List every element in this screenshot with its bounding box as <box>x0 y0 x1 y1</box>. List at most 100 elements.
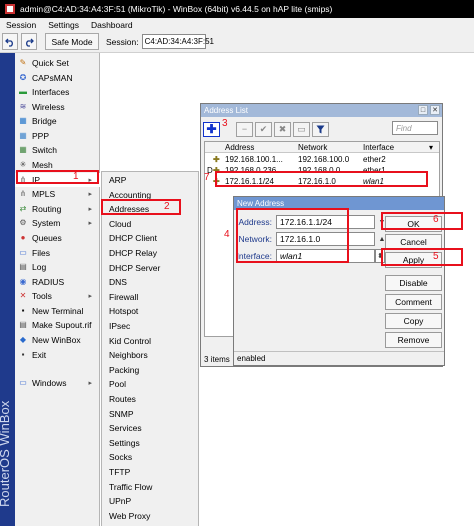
winbox-icon: ◆ <box>19 335 27 344</box>
add-address-button[interactable]: ✚ <box>203 121 220 137</box>
tools-icon: ✕ <box>19 291 27 300</box>
ip-submenu-item-routes[interactable]: Routes <box>102 392 198 406</box>
sidebar-item-label: PPP <box>32 131 50 141</box>
filter-icon <box>316 125 325 133</box>
submenu-arrow-icon: ▸ <box>88 293 92 300</box>
sidebar-item-make-supout-rif[interactable]: ▤ Make Supout.rif <box>15 318 100 332</box>
sidebar-item-label: Routing <box>32 204 62 214</box>
enable-address-button[interactable]: ✔ <box>255 121 272 137</box>
menu-bar: Session Settings Dashboard <box>0 18 474 31</box>
files-icon: ▭ <box>19 248 27 257</box>
sidebar-item-label: Exit <box>32 350 47 360</box>
sidebar-item-log[interactable]: ▤ Log <box>15 260 100 274</box>
sidebar-item-windows[interactable]: ▭ Windows ▸ <box>15 376 100 390</box>
safe-mode-button[interactable]: Safe Mode <box>45 33 99 50</box>
sidebar-item-ppp[interactable]: ▦ PPP <box>15 129 100 143</box>
annotation-box-ip <box>16 170 99 184</box>
menu-dashboard[interactable]: Dashboard <box>85 20 139 30</box>
table-row[interactable]: ✚ 192.168.100.1... 192.168.100.0 ether2 <box>205 154 439 165</box>
ip-submenu-item-traffic-flow[interactable]: Traffic Flow <box>102 480 198 494</box>
session-field[interactable]: C4:AD:34:A4:3F:51 <box>141 34 214 49</box>
sidebar-item-files[interactable]: ▭ Files <box>15 246 100 260</box>
undo-button[interactable] <box>2 33 18 50</box>
new-address-title: New Address <box>237 199 285 208</box>
sidebar-item-bridge[interactable]: ▦ Bridge <box>15 114 100 128</box>
copy-button[interactable]: Copy <box>385 313 442 329</box>
menu-session[interactable]: Session <box>0 20 42 30</box>
bridge-icon: ▦ <box>19 116 27 125</box>
sidebar-item-tools[interactable]: ✕ Tools ▸ <box>15 289 100 303</box>
sidebar-item-label: New Terminal <box>32 306 84 316</box>
menu-settings[interactable]: Settings <box>42 20 85 30</box>
sidebar-item-switch[interactable]: ▦ Switch <box>15 143 100 157</box>
comment-address-button[interactable]: ▭ <box>293 121 310 137</box>
remove-address-button[interactable]: − <box>236 121 253 137</box>
sidebar-menu: ✎ Quick Set ✪ CAPsMAN ▬ Interfaces ≋ Wireless ▦ B… <box>15 53 100 526</box>
filter-button[interactable] <box>312 121 329 137</box>
ip-submenu-item-firewall[interactable]: Firewall <box>102 290 198 304</box>
quick-set-icon: ✎ <box>19 58 27 67</box>
comment-icon: ▭ <box>297 123 306 134</box>
sidebar-item-interfaces[interactable]: ▬ Interfaces <box>15 85 100 99</box>
ip-submenu-item-neighbors[interactable]: Neighbors <box>102 348 198 362</box>
ip-submenu-item-tftp[interactable]: TFTP <box>102 465 198 479</box>
ip-submenu-item-dhcp-relay[interactable]: DHCP Relay <box>102 246 198 260</box>
ip-submenu-item-dhcp-server[interactable]: DHCP Server <box>102 261 198 275</box>
sidebar-item-new-terminal[interactable]: ▪ New Terminal <box>15 304 100 318</box>
ip-submenu-item-cloud[interactable]: Cloud <box>102 217 198 231</box>
sidebar-item-exit[interactable]: ▪ Exit <box>15 348 100 362</box>
sidebar-item-routing[interactable]: ⇄ Routing ▸ <box>15 202 100 216</box>
column-interface[interactable]: Interface <box>363 143 394 152</box>
sidebar-item-radius[interactable]: ◉ RADIUS <box>15 275 100 289</box>
restore-window-icon[interactable]: □ <box>418 105 428 115</box>
ip-submenu-item-services[interactable]: Services <box>102 421 198 435</box>
disable-button[interactable]: Disable <box>385 275 442 291</box>
sidebar-item-quick-set[interactable]: ✎ Quick Set <box>15 56 100 70</box>
minus-icon: − <box>241 124 248 134</box>
comment-button[interactable]: Comment <box>385 294 442 310</box>
ip-submenu-item-packing[interactable]: Packing <box>102 363 198 377</box>
new-address-status: enabled <box>234 351 444 365</box>
wireless-icon: ≋ <box>19 102 27 111</box>
ip-submenu-item-settings[interactable]: Settings <box>102 436 198 450</box>
annotation-box-new-row <box>215 171 428 187</box>
ip-submenu-item-arp[interactable]: ARP <box>102 173 198 187</box>
column-address[interactable]: Address <box>225 143 254 152</box>
redo-button[interactable] <box>21 33 37 50</box>
ip-submenu-item-ipsec[interactable]: IPsec <box>102 319 198 333</box>
address-list-titlebar[interactable]: Address List □ ✕ <box>201 104 442 117</box>
sidebar-item-wireless[interactable]: ≋ Wireless <box>15 100 100 114</box>
ip-submenu: ARP Accounting Addresses Cloud DHCP Client DH… <box>101 171 199 526</box>
sidebar-item-capsman[interactable]: ✪ CAPsMAN <box>15 71 100 85</box>
capsman-icon: ✪ <box>19 73 27 82</box>
mesh-icon: ✳ <box>19 160 27 169</box>
ip-submenu-item-snmp[interactable]: SNMP <box>102 407 198 421</box>
sidebar-item-queues[interactable]: ● Queues <box>15 231 100 245</box>
sidebar-item-label: Windows <box>32 378 67 388</box>
annotation-number: 6 <box>433 214 439 225</box>
address-list-toolbar: ✚ − ✔ ✖ ▭ Find <box>201 119 442 139</box>
ip-submenu-item-pool[interactable]: Pool <box>102 377 198 391</box>
find-input[interactable]: Find <box>392 121 438 135</box>
sidebar-item-label: New WinBox <box>32 335 81 345</box>
ip-submenu-item-socks[interactable]: Socks <box>102 450 198 464</box>
ip-submenu-item-web-proxy[interactable]: Web Proxy <box>102 509 198 523</box>
ip-submenu-item-dns[interactable]: DNS <box>102 275 198 289</box>
remove-button[interactable]: Remove <box>385 332 442 348</box>
submenu-arrow-icon: ▸ <box>88 206 92 213</box>
address-list-title: Address List <box>204 106 249 115</box>
sidebar-item-system[interactable]: ⚙ System ▸ <box>15 216 100 230</box>
submenu-arrow-icon: ▸ <box>88 380 92 387</box>
ip-submenu-item-dhcp-client[interactable]: DHCP Client <box>102 231 198 245</box>
disable-address-button[interactable]: ✖ <box>274 121 291 137</box>
interfaces-icon: ▬ <box>19 87 27 96</box>
sidebar-item-new-winbox[interactable]: ◆ New WinBox <box>15 333 100 347</box>
annotation-number: 1 <box>73 171 79 182</box>
sidebar-item-mpls[interactable]: ⋔ MPLS ▸ <box>15 187 100 201</box>
ip-submenu-item-hotspot[interactable]: Hotspot <box>102 304 198 318</box>
ip-submenu-item-kid-control[interactable]: Kid Control <box>102 334 198 348</box>
ip-submenu-item-upnp[interactable]: UPnP <box>102 494 198 508</box>
close-window-icon[interactable]: ✕ <box>430 105 440 115</box>
column-network[interactable]: Network <box>298 143 327 152</box>
column-menu-icon[interactable]: ▾ <box>429 143 433 152</box>
